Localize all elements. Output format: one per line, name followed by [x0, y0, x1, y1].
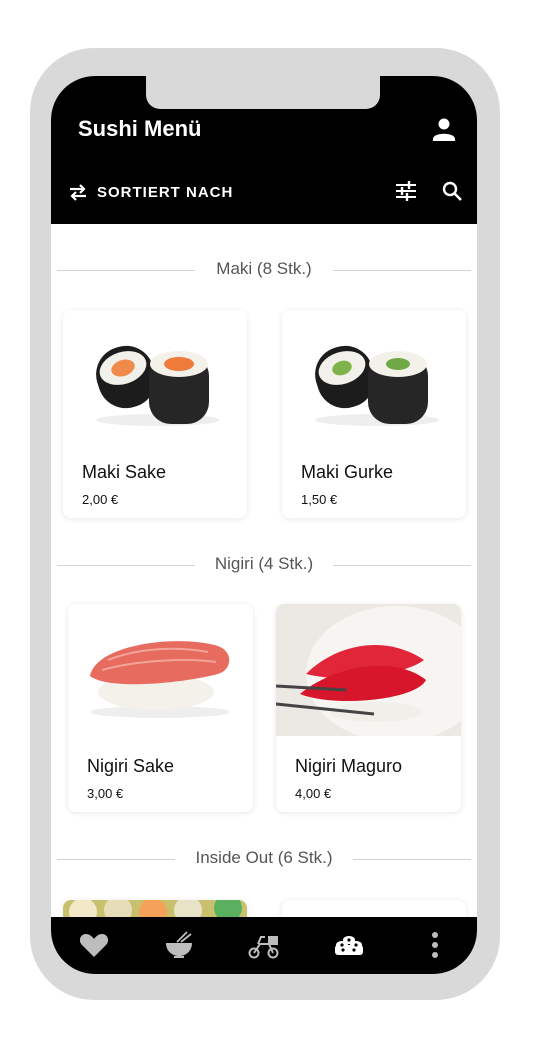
section-header-inside-out: Inside Out (6 Stk.) — [57, 844, 471, 874]
more-vert-icon — [432, 932, 438, 958]
sort-label: SORTIERT NACH — [97, 183, 234, 201]
item-price: 3,00 € — [87, 786, 124, 801]
sort-button[interactable]: SORTIERT NACH — [67, 180, 233, 204]
nigiri-maguro-image — [276, 604, 461, 736]
nav-delivery[interactable] — [246, 927, 282, 963]
item-name: Nigiri Maguro — [295, 756, 403, 776]
person-icon[interactable] — [429, 114, 459, 144]
nav-favorites[interactable] — [76, 927, 112, 963]
item-name: Nigiri Sake — [87, 756, 175, 776]
search-icon[interactable] — [439, 178, 465, 204]
section-header-nigiri: Nigiri (4 Stk.) — [57, 550, 471, 580]
section-title: Maki (8 Stk.) — [216, 259, 312, 278]
bottom-navigation — [51, 917, 477, 974]
nav-more[interactable] — [417, 927, 453, 963]
menu-card-maki-gurke[interactable]: Maki Gurke 1,50 € — [282, 310, 466, 518]
item-price: 4,00 € — [295, 786, 332, 801]
section-title: Nigiri (4 Stk.) — [214, 554, 314, 573]
menu-card-nigiri-sake[interactable]: Nigiri Sake 3,00 € — [68, 604, 253, 812]
phone-notch — [146, 76, 380, 109]
delivery-scooter-icon — [248, 936, 279, 959]
item-price: 1,50 € — [301, 492, 338, 507]
section-title: Inside Out (6 Stk.) — [195, 848, 333, 867]
nav-menu[interactable] — [331, 927, 367, 963]
sliders-icon[interactable] — [393, 178, 419, 204]
item-name: Maki Sake — [82, 462, 167, 482]
bowl-chopsticks-icon — [166, 931, 192, 958]
nigiri-sake-image — [68, 604, 253, 736]
section-header-maki: Maki (8 Stk.) — [57, 255, 471, 285]
item-price: 2,00 € — [82, 492, 119, 507]
menu-card-maki-sake[interactable]: Maki Sake 2,00 € — [63, 310, 247, 518]
maki-gurke-image — [282, 310, 466, 442]
swap-arrows-icon — [70, 184, 86, 201]
page-title: Sushi Menü — [78, 116, 202, 141]
app-screen: Sushi Menü SORTIERT NACH Maki (8 Stk.) M… — [51, 76, 477, 974]
heart-icon — [79, 934, 109, 957]
sushi-rolls-icon — [335, 936, 363, 955]
menu-card-nigiri-maguro[interactable]: Nigiri Maguro 4,00 € — [276, 604, 461, 812]
maki-sake-image — [63, 310, 247, 442]
nav-dishes[interactable] — [161, 927, 197, 963]
item-name: Maki Gurke — [301, 462, 394, 482]
